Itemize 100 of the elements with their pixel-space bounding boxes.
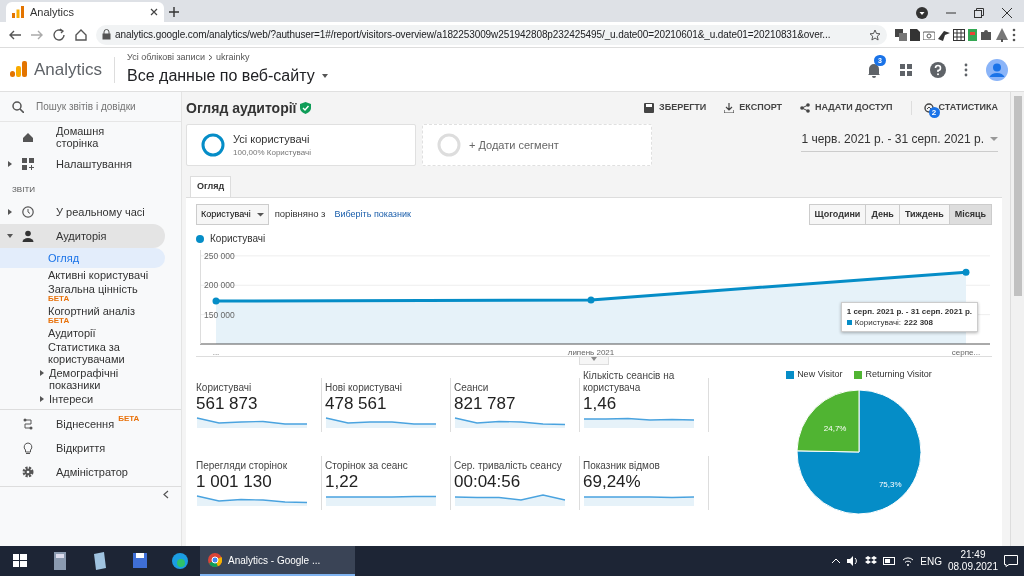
- sidebar-subitem[interactable]: Активні користувачі: [0, 268, 165, 282]
- sidebar-item[interactable]: Адміністратор: [0, 460, 165, 484]
- menu-icon[interactable]: [1012, 27, 1016, 42]
- notification-icon[interactable]: [1004, 555, 1018, 567]
- metric-value: 1,22: [325, 471, 360, 492]
- taskbar-app-button[interactable]: Analytics - Google ...: [200, 546, 355, 576]
- scrollbar[interactable]: [1010, 92, 1024, 546]
- data-point[interactable]: [962, 268, 970, 276]
- tree-icon[interactable]: [995, 27, 1009, 42]
- breadcrumb-link[interactable]: ukrainky: [216, 50, 250, 65]
- sidebar-subitem[interactable]: Загальна цінність БЕТА: [0, 282, 165, 304]
- legend-label: New Visitor: [797, 368, 843, 381]
- action-button[interactable]: ЗБЕРЕГТИ: [644, 101, 707, 115]
- insights-icon: [923, 103, 934, 113]
- bookmark-icon[interactable]: [968, 28, 977, 41]
- sidebar-item[interactable]: Налаштування: [0, 152, 165, 176]
- bird-icon[interactable]: [938, 28, 950, 41]
- sidebar-item[interactable]: У реальному часі: [0, 200, 165, 224]
- reload-icon[interactable]: [52, 27, 66, 42]
- breadcrumb-link[interactable]: Усі облікові записи: [127, 50, 206, 65]
- sidebar-item[interactable]: Відкриття: [0, 436, 165, 460]
- language-indicator[interactable]: ENG: [920, 553, 942, 569]
- report-tab[interactable]: Огляд: [190, 176, 232, 197]
- segment-card[interactable]: Усі користувачі 100,00% Користувачі: [186, 124, 416, 166]
- caret-icon: [6, 160, 14, 168]
- wifi-icon[interactable]: [902, 556, 915, 566]
- profile-menu-icon[interactable]: [916, 7, 928, 19]
- browser-tab[interactable]: Analytics: [6, 2, 164, 22]
- granularity-button[interactable]: Тиждень: [898, 203, 950, 225]
- granularity-button[interactable]: Щогодини: [808, 203, 867, 225]
- view-selector[interactable]: Все данные по веб-сайту: [127, 64, 329, 89]
- camera-icon[interactable]: [923, 29, 935, 40]
- granularity-button[interactable]: День: [865, 203, 900, 225]
- chevron-icon: [208, 54, 214, 61]
- segment-name: Усі користувачі: [233, 131, 311, 147]
- star-icon[interactable]: [869, 28, 881, 41]
- section-label: ЗВІТИ: [11, 184, 37, 196]
- sidebar-subitem[interactable]: Демографічні показники: [0, 366, 165, 392]
- gear-icon: [22, 466, 34, 478]
- home-icon[interactable]: [74, 27, 88, 42]
- action-button[interactable]: ЕКСПОРТ: [724, 101, 782, 115]
- lock-icon: [102, 29, 111, 40]
- table-icon[interactable]: [953, 28, 965, 41]
- clock[interactable]: 21:49 08.09.2021: [947, 549, 998, 573]
- close-icon[interactable]: [1002, 8, 1012, 18]
- expand-handle[interactable]: [579, 357, 609, 365]
- search-field[interactable]: Пошук звітів і довідки: [36, 99, 166, 114]
- sidebar-item[interactable]: Аудиторія: [0, 224, 165, 248]
- sidebar-item[interactable]: Домашня сторінка: [0, 122, 165, 152]
- pie-slice[interactable]: [796, 389, 922, 514]
- clock-icon: [22, 206, 34, 218]
- speaker-icon[interactable]: [847, 556, 860, 566]
- metric-value: 69,24%: [583, 471, 642, 492]
- caret-icon: [990, 135, 998, 143]
- beta-label: БЕТА: [48, 317, 70, 325]
- tab-title: Analytics: [30, 4, 76, 20]
- legend-label: Користувачі: [210, 232, 266, 246]
- save-icon: [644, 103, 655, 113]
- metric-value: 1,46: [583, 394, 618, 414]
- data-point[interactable]: [212, 297, 220, 305]
- lightbulb-icon: [22, 442, 34, 454]
- metric-label: Кількість сеансів на користувача: [583, 370, 676, 394]
- action-button[interactable]: 2 СТАТИСТИКА: [910, 101, 998, 115]
- translate-icon[interactable]: [895, 28, 907, 41]
- restore-icon[interactable]: [974, 8, 984, 18]
- metric-value: 821 787: [454, 394, 517, 414]
- help-icon[interactable]: [930, 61, 946, 78]
- sidebar-subitem[interactable]: Статистика за користувачами: [0, 340, 165, 366]
- data-point[interactable]: [587, 296, 595, 304]
- document-icon[interactable]: [910, 28, 920, 41]
- address-field[interactable]: analytics.google.com/analytics/web/?authuser=1#/report/visitors-overview/a182253009w251942808p232425495/_u.date00=20210601&_u.date01=20210831&over...: [96, 24, 887, 45]
- add-segment-button[interactable]: + Додати сегмент: [422, 124, 652, 166]
- more-icon[interactable]: [964, 62, 968, 77]
- avatar-icon[interactable]: [986, 58, 1008, 81]
- granularity-button[interactable]: Місяць: [948, 203, 992, 225]
- battery-icon[interactable]: [883, 557, 897, 565]
- close-icon[interactable]: [150, 8, 158, 16]
- sidebar-item[interactable]: Віднесення БЕТА: [0, 412, 165, 436]
- metric-value: 561 873: [196, 394, 259, 414]
- tooltip-value: 222 308: [904, 317, 933, 328]
- sidebar-subitem[interactable]: Аудиторії: [0, 326, 165, 340]
- sidebar-subitem[interactable]: Огляд: [0, 248, 165, 268]
- analytics-logo-icon: [12, 6, 24, 18]
- dropbox-icon[interactable]: [865, 556, 878, 566]
- badge-count: 2: [928, 107, 940, 118]
- metric-value: 00:04:56: [454, 471, 522, 492]
- chevron-up-icon[interactable]: [831, 558, 842, 564]
- metric-dropdown[interactable]: Користувачі: [196, 203, 269, 225]
- sidebar-subitem[interactable]: Інтереси: [0, 392, 165, 406]
- legend-label: Returning Visitor: [865, 368, 932, 381]
- collapse-icon[interactable]: [163, 490, 169, 499]
- bell-icon[interactable]: [866, 62, 882, 79]
- date-range-picker[interactable]: 1 черв. 2021 р. - 31 серп. 2021 р.: [801, 130, 998, 152]
- beta-label: БЕТА: [48, 295, 71, 303]
- action-button[interactable]: НАДАТИ ДОСТУП: [800, 101, 893, 115]
- compare-metric-link[interactable]: Виберіть показник: [334, 207, 411, 221]
- pie-slice[interactable]: [796, 389, 860, 452]
- sidebar-subitem[interactable]: Когортний аналіз БЕТА: [0, 304, 165, 326]
- puzzle-icon[interactable]: [980, 28, 992, 41]
- apps-icon[interactable]: [900, 63, 912, 76]
